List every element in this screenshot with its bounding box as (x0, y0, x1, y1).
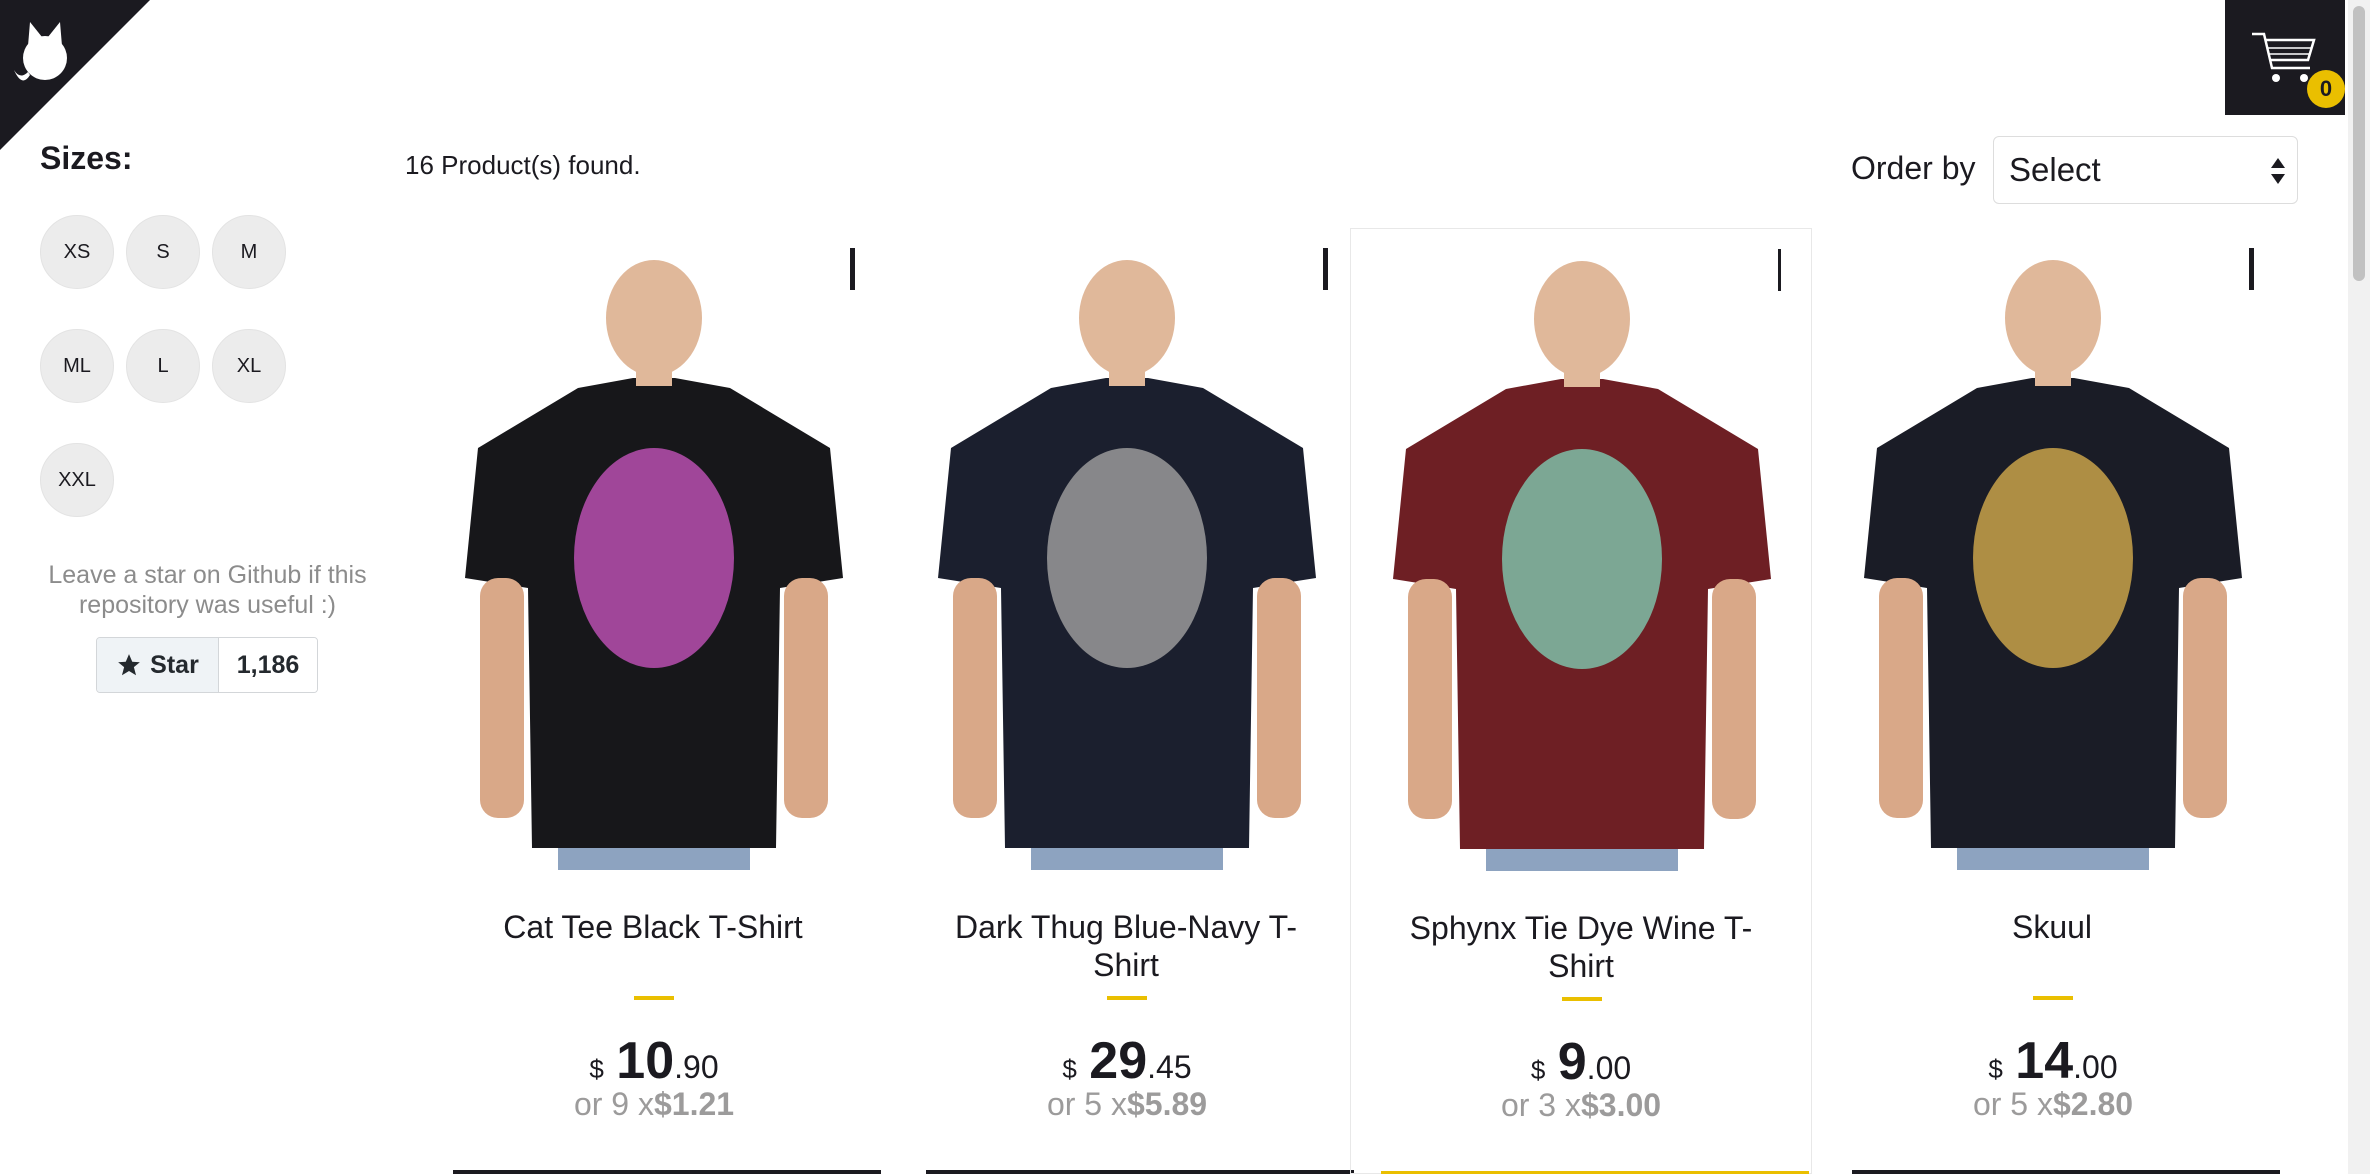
price-integer: 10 (616, 1032, 675, 1090)
github-star-label: Star (150, 650, 199, 679)
product-title-divider (2033, 996, 2073, 1000)
shirt-print (1973, 448, 2133, 668)
installment-value: $3.00 (1580, 1087, 1662, 1123)
product-card[interactable]: Free shipping Dark Thug Blue-Navy T-Shir… (896, 228, 1358, 1174)
model-neck (636, 366, 672, 386)
model-arm-left (953, 578, 997, 818)
model-arm-left (1408, 579, 1452, 819)
github-star-count[interactable]: 1,186 (219, 638, 317, 692)
cart-count-badge: 0 (2307, 70, 2345, 108)
shirt-print (1047, 448, 1207, 668)
size-filter-group: XS S M ML L XL XXL (40, 215, 310, 517)
model-head (606, 260, 702, 376)
installment-prefix: or 5 x (1046, 1086, 1127, 1122)
github-star-button[interactable]: Star (97, 638, 219, 692)
price-decimal: .45 (1147, 1049, 1192, 1085)
select-arrows-icon (2271, 158, 2285, 184)
installment-value: $2.80 (2052, 1086, 2134, 1122)
add-to-cart-button[interactable] (453, 1170, 881, 1174)
product-price: $ 9.00 (1351, 1032, 1811, 1092)
price-currency: $ (1530, 1055, 1546, 1085)
product-card[interactable]: Free shipping Skuul $ 14.00 or 5 x$2.80 (1822, 228, 2284, 1174)
product-title: Skuul (2011, 909, 2093, 945)
price-currency: $ (1988, 1054, 2003, 1084)
model-neck (2035, 366, 2071, 386)
shirt-print (1502, 449, 1662, 669)
product-installment: or 3 x$3.00 (1351, 1087, 1811, 1124)
model-arm-right (2183, 578, 2227, 818)
size-filter-xs[interactable]: XS (40, 215, 114, 289)
product-installment: or 5 x$5.89 (896, 1086, 1358, 1123)
github-star-widget: Star 1,186 (96, 637, 318, 693)
product-image (1386, 249, 1778, 871)
product-title-divider (634, 996, 674, 1000)
product-price: $ 14.00 (1822, 1031, 2284, 1091)
model-arm-left (480, 578, 524, 818)
size-filter-xxl[interactable]: XXL (40, 443, 114, 517)
model-jeans (1957, 848, 2149, 870)
github-corner-link[interactable] (0, 0, 150, 150)
order-by-value: Select (2009, 151, 2101, 188)
products-found-text: 16 Product(s) found. (405, 150, 641, 180)
github-star-note: Leave a star on Github if this repositor… (48, 561, 367, 619)
model-arm-right (784, 578, 828, 818)
product-image (931, 248, 1323, 870)
size-filter-ml[interactable]: ML (40, 329, 114, 403)
model-arm-right (1257, 578, 1301, 818)
product-price: $ 10.90 (423, 1031, 885, 1091)
size-filter-s[interactable]: S (126, 215, 200, 289)
scrollbar-thumb[interactable] (2353, 6, 2365, 281)
price-decimal: .90 (674, 1049, 719, 1085)
shirt-print (574, 448, 734, 668)
model-head (1534, 261, 1630, 377)
installment-prefix: or 9 x (573, 1086, 654, 1122)
price-decimal: .00 (1586, 1050, 1632, 1086)
page-scrollbar[interactable] (2348, 0, 2370, 1174)
price-decimal: .00 (2073, 1049, 2118, 1085)
cart-button[interactable]: 0 (2225, 0, 2345, 115)
model-head (2005, 260, 2101, 376)
product-installment: or 5 x$2.80 (1822, 1086, 2284, 1123)
model-jeans (1486, 849, 1678, 871)
model-neck (1109, 366, 1145, 386)
price-currency: $ (1062, 1054, 1077, 1084)
installment-prefix: or 3 x (1500, 1087, 1581, 1123)
size-filter-xl[interactable]: XL (212, 329, 286, 403)
product-price: $ 29.45 (896, 1031, 1358, 1091)
price-integer: 29 (1089, 1032, 1148, 1090)
order-by-label: Order by (1851, 150, 1976, 186)
product-title-divider (1107, 996, 1147, 1000)
sizes-title: Sizes: (40, 140, 133, 176)
product-card[interactable]: Free shipping Cat Tee Black T-Shirt $ 10… (423, 228, 885, 1174)
product-card[interactable]: Free shipping Sphynx Tie Dye Wine T-Shir… (1350, 228, 1812, 1174)
model-jeans (1031, 848, 1223, 870)
model-jeans (558, 848, 750, 870)
product-installment: or 9 x$1.21 (423, 1086, 885, 1123)
product-title: Dark Thug Blue-Navy T-Shirt (954, 909, 1298, 983)
product-title: Sphynx Tie Dye Wine T-Shirt (1409, 910, 1753, 984)
add-to-cart-button[interactable] (1852, 1170, 2280, 1174)
installment-value: $1.21 (653, 1086, 735, 1122)
price-currency: $ (589, 1054, 604, 1084)
model-head (1079, 260, 1175, 376)
add-to-cart-button[interactable] (926, 1170, 1354, 1174)
price-integer: 14 (2015, 1032, 2074, 1090)
model-arm-right (1712, 579, 1756, 819)
order-by-select[interactable]: Select (1993, 136, 2298, 204)
model-neck (1564, 367, 1600, 387)
size-filter-l[interactable]: L (126, 329, 200, 403)
size-filter-m[interactable]: M (212, 215, 286, 289)
installment-prefix: or 5 x (1972, 1086, 2053, 1122)
product-image (1857, 248, 2249, 870)
product-image (458, 248, 850, 870)
product-title-divider (1562, 997, 1602, 1001)
installment-value: $5.89 (1126, 1086, 1208, 1122)
model-arm-left (1879, 578, 1923, 818)
price-integer: 9 (1557, 1033, 1587, 1091)
product-title: Cat Tee Black T-Shirt (503, 909, 803, 945)
star-icon (118, 654, 141, 676)
